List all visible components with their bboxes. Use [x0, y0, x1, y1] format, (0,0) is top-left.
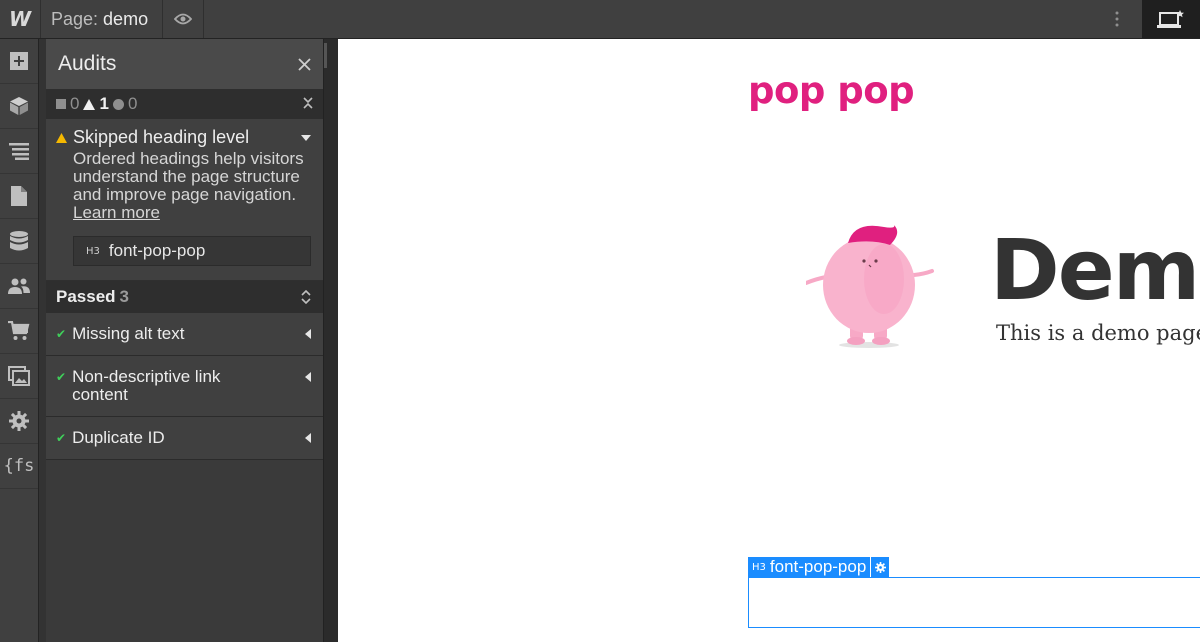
- pages-icon: [11, 186, 27, 206]
- issue-title-row: Skipped heading level: [56, 127, 249, 148]
- gear-icon: [874, 561, 886, 573]
- panel-scrollbar[interactable]: [324, 39, 338, 642]
- more-options-button[interactable]: [1105, 0, 1129, 38]
- users-button[interactable]: [0, 264, 38, 309]
- passed-count: 3: [119, 287, 130, 306]
- mascot-illustration[interactable]: [806, 219, 936, 351]
- top-bar: W Page: demo: [0, 0, 1200, 39]
- eye-icon: [174, 13, 192, 25]
- cube-icon: [10, 97, 28, 115]
- selected-element-outline[interactable]: [748, 577, 1200, 628]
- scrollbar-thumb[interactable]: [324, 43, 327, 68]
- cms-button[interactable]: [0, 219, 38, 264]
- add-elements-button[interactable]: [0, 39, 38, 84]
- passed-item[interactable]: ✔ Non-descriptive link content: [46, 356, 323, 417]
- device-preview-button[interactable]: [1142, 0, 1200, 38]
- issue-element-chip[interactable]: H3 font-pop-pop: [73, 236, 311, 266]
- expand-collapse-icon: [301, 290, 311, 304]
- passed-item-label: Duplicate ID: [72, 428, 165, 447]
- element-class: font-pop-pop: [108, 241, 206, 260]
- preview-icon: [1157, 10, 1184, 28]
- collapse-all-icon: [303, 97, 313, 109]
- more-vertical-icon: [1115, 11, 1119, 27]
- check-icon: ✔: [56, 327, 67, 341]
- audit-counts: 0 1 0: [56, 94, 137, 114]
- assets-button[interactable]: [0, 354, 38, 399]
- selected-element-label[interactable]: H3 font-pop-pop: [748, 557, 890, 577]
- page-prefix: Page:: [51, 8, 99, 29]
- design-canvas[interactable]: pop pop Demo This is a demo page H3 font…: [338, 39, 1200, 642]
- caret-left-icon: [305, 329, 311, 339]
- warning-icon: [56, 132, 67, 143]
- check-icon: ✔: [56, 370, 67, 384]
- caret-down-icon[interactable]: [301, 134, 311, 141]
- warning-count: 1: [99, 94, 109, 113]
- pages-button[interactable]: [0, 174, 38, 219]
- assets-icon: [8, 366, 30, 386]
- panel-title: Audits: [58, 52, 117, 75]
- navigator-icon: [9, 143, 29, 160]
- webflow-logo[interactable]: W: [0, 0, 40, 38]
- audits-panel-header: Audits: [46, 39, 323, 89]
- left-toolbar: {fs: [0, 39, 39, 642]
- check-icon: ✔: [56, 431, 67, 445]
- issue-header[interactable]: Skipped heading level: [56, 127, 311, 148]
- hero-title[interactable]: Demo: [990, 221, 1200, 319]
- issue-card: Skipped heading level Ordered headings h…: [46, 119, 323, 281]
- error-square-icon: [56, 99, 66, 109]
- passed-label: Passed: [56, 287, 116, 306]
- caret-left-icon: [305, 433, 311, 443]
- passed-item-label: Non-descriptive link content: [72, 367, 221, 404]
- cms-icon: [10, 231, 28, 251]
- passed-item[interactable]: ✔ Duplicate ID: [46, 417, 323, 460]
- add-icon: [10, 52, 28, 70]
- panel-gutter: [39, 39, 46, 642]
- settings-icon: [9, 411, 29, 431]
- collapse-all-button[interactable]: [303, 94, 313, 114]
- variables-icon: {fs: [3, 456, 35, 476]
- settings-button[interactable]: [0, 399, 38, 444]
- learn-more-link[interactable]: Learn more: [73, 204, 311, 222]
- page-name: demo: [103, 8, 149, 29]
- passed-item-row: ✔ Non-descriptive link content: [56, 368, 262, 404]
- error-count: 0: [70, 94, 80, 113]
- page-selector[interactable]: Page: demo: [40, 0, 158, 38]
- ecommerce-cart-icon: [8, 321, 30, 340]
- passed-item-row: ✔ Duplicate ID: [56, 429, 165, 447]
- warning-triangle-icon: [83, 98, 96, 110]
- close-panel-button[interactable]: [298, 51, 311, 77]
- ecommerce-button[interactable]: [0, 309, 38, 354]
- components-button[interactable]: [0, 84, 38, 129]
- passed-heading: Passed 3: [56, 287, 129, 307]
- navigator-button[interactable]: [0, 129, 38, 174]
- suggestion-count: 0: [127, 94, 138, 113]
- issue-title: Skipped heading level: [73, 127, 250, 147]
- issue-description: Ordered headings help visitors understan…: [73, 149, 304, 204]
- hero-subtitle[interactable]: This is a demo page: [996, 321, 1200, 345]
- passed-section-header[interactable]: Passed 3: [46, 281, 323, 313]
- passed-item-row: ✔ Missing alt text: [56, 325, 185, 343]
- heading-tag: H3: [86, 245, 100, 257]
- caret-left-icon: [305, 372, 311, 382]
- brand-logo-text[interactable]: pop pop: [748, 69, 915, 112]
- suggestion-circle-icon: [112, 98, 124, 110]
- audits-panel: Audits 0 1 0 Skipped heading level Order…: [46, 39, 324, 642]
- element-settings-button[interactable]: [870, 557, 889, 577]
- passed-item-label: Missing alt text: [72, 324, 185, 343]
- audit-counts-bar: 0 1 0: [46, 89, 323, 119]
- selected-class: font-pop-pop: [769, 557, 867, 576]
- selected-tag: H3: [752, 561, 766, 573]
- passed-item[interactable]: ✔ Missing alt text: [46, 313, 323, 356]
- users-icon: [8, 278, 30, 294]
- variables-button[interactable]: {fs: [0, 444, 38, 489]
- close-icon: [298, 58, 311, 71]
- preview-toggle-button[interactable]: [162, 0, 204, 38]
